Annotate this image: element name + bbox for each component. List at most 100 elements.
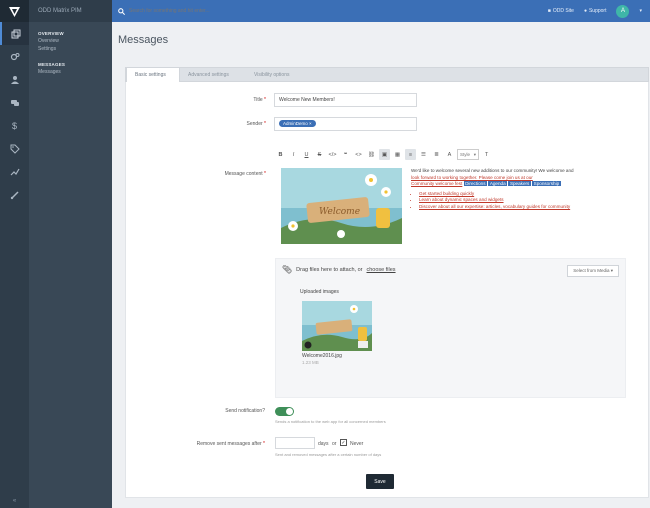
collapse-icon[interactable]: « [0,498,29,504]
sidebar: ODD Matrix PIM OVERVIEW Overview Setting… [29,0,112,508]
notify-help: Sends a notification to the web app for … [275,419,386,424]
sidebar-section-messages: MESSAGES Messages [29,53,112,75]
search-area [112,7,259,15]
align-left-icon[interactable]: ≡ [405,149,416,160]
search-input[interactable] [129,8,259,14]
uploaded-image-thumbnail [302,301,372,351]
header-actions: ■ ODD Site ● Support A ▾ [548,0,642,22]
external-link-icon: ■ [547,8,551,14]
link-icon[interactable]: ⛓ [366,149,377,160]
editor-tag-sponsorship[interactable]: Sponsorship [532,181,561,187]
sender-label: Sender * [246,121,266,127]
editor-line3[interactable]: Community welcome fest [411,181,462,186]
editor-tag-agenda[interactable]: Agenda [488,181,508,187]
welcome-image: Welcome [281,168,402,244]
rail-item-settings[interactable] [0,45,29,68]
avatar[interactable]: A [616,4,630,18]
uploaded-image-card[interactable]: Welcome2016.jpg 1.23 MB [302,301,372,377]
gears-icon [10,52,19,60]
choose-files-link[interactable]: choose files [367,267,396,273]
style-select[interactable]: Style ▾ [457,149,479,160]
sidebar-heading-messages: MESSAGES [38,62,66,67]
tab-advanced-settings[interactable]: Advanced settings [188,68,248,83]
image-icon[interactable]: ▣ [379,149,390,160]
svg-text:Welcome: Welcome [319,207,360,217]
sidebar-item-settings[interactable]: Settings [38,46,112,52]
editor-bullet[interactable]: Get started building quickly [419,191,621,198]
quote-icon[interactable]: ❝ [340,149,351,160]
user-icon [10,75,19,84]
rail-item-pricing[interactable]: $ [0,114,29,137]
italic-button[interactable]: I [288,149,299,160]
bold-button[interactable]: B [275,149,286,160]
clear-format-icon[interactable]: T [481,149,492,160]
table-icon[interactable]: ▦ [392,149,403,160]
uploaded-file-name: Welcome2016.jpg [302,353,342,359]
rail-item-tags[interactable] [0,137,29,160]
editor-tag-speakers[interactable]: Speakers [508,181,531,187]
remove-help: Sent and removed messages after a certai… [275,452,382,457]
copy-icon [11,29,20,38]
attachment-dropzone[interactable]: 📎︎ Drag files here to attach, or choose … [275,258,626,398]
strike-button[interactable]: S [314,149,325,160]
underline-button[interactable]: U [301,149,312,160]
odd-site-label: ODD Site [552,8,574,14]
remove-or: or [332,441,337,447]
editor-line1: We'd like to welcome several new additio… [411,168,574,173]
remove-days-input[interactable] [275,437,315,449]
text-color-icon[interactable]: A [444,149,455,160]
brush-icon [10,190,19,199]
editor-toolbar: B I U S </> ❝ <> ⛓ ▣ ▦ ≡ ☰ ≣ A Style ▾ T [275,148,494,161]
main-content: Messages Basic settings Advanced setting… [112,22,650,508]
dropzone-prompt: 📎︎ Drag files here to attach, or choose … [282,265,396,274]
line-chart-icon [10,168,20,175]
rail-item-tools[interactable] [0,183,29,206]
support-link[interactable]: ● Support [584,8,607,14]
editor-line2: look forward to working together. Please… [411,174,533,180]
brand-name: ODD Matrix PIM [29,0,112,22]
notify-toggle[interactable] [275,407,294,416]
tags-icon [10,144,20,154]
sidebar-section-overview: OVERVIEW Overview Settings [29,22,112,52]
support-label: Support [588,8,607,14]
logo[interactable] [0,0,29,22]
icon-rail: $ « [0,0,29,508]
title-input[interactable]: Welcome New Members! [274,93,417,107]
never-checkbox[interactable]: ✓ [340,439,347,446]
page-title: Messages [118,34,169,46]
uploaded-file-size: 1.23 MB [302,360,319,365]
rail-item-analytics[interactable] [0,160,29,183]
rail-item-messages[interactable] [0,22,29,45]
rail-item-chat[interactable] [0,91,29,114]
editor-bullet-list: Get started building quickly Learn about… [419,191,621,211]
align-right-icon[interactable]: ≣ [431,149,442,160]
top-header: ■ ODD Site ● Support A ▾ [112,0,650,22]
sidebar-item-overview[interactable]: Overview [38,38,112,44]
message-editor[interactable]: Welcome We'd like to welcome several new… [275,164,626,250]
rail-item-users[interactable] [0,68,29,91]
align-center-icon[interactable]: ☰ [418,149,429,160]
sender-select[interactable]: AdminDemo × [274,117,417,131]
sender-chip[interactable]: AdminDemo × [279,120,316,127]
editor-text: We'd like to welcome several new additio… [411,168,621,211]
save-button[interactable]: Save [366,474,394,489]
source-icon[interactable]: <> [353,149,364,160]
odd-site-link[interactable]: ■ ODD Site [548,8,574,14]
dollar-icon: $ [11,120,17,131]
chat-icon [10,99,19,106]
editor-bullet[interactable]: Discover about all our expertise: articl… [419,204,621,211]
chevron-down-icon[interactable]: ▾ [639,8,642,14]
dropzone-prompt-text: Drag files here to attach, or [296,266,363,273]
editor-bullet[interactable]: Learn about dynamic spaces and widgets [419,197,621,204]
tab-visibility-options[interactable]: Visibility options [254,68,314,83]
code-icon[interactable]: </> [327,149,338,160]
content-label: Message content * [224,171,266,177]
search-icon[interactable] [118,7,125,15]
sidebar-item-messages[interactable]: Messages [38,69,112,75]
help-icon: ● [583,8,587,14]
never-label: Never [350,441,364,447]
sidebar-heading-overview: OVERVIEW [38,31,64,36]
title-label: Title * [253,97,266,103]
select-from-media-button[interactable]: Select from Media ▾ [567,265,619,277]
editor-tag-directions[interactable]: Directions [463,181,488,187]
